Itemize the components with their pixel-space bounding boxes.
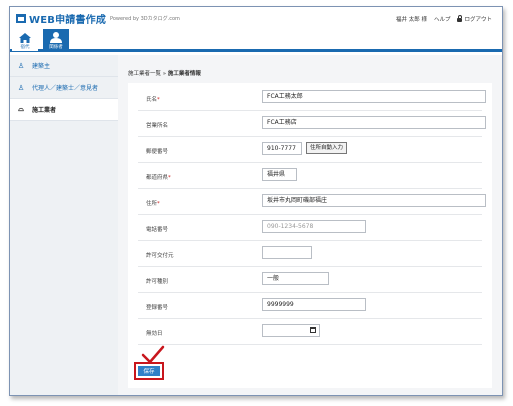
helmet-icon: ⌓ bbox=[18, 105, 24, 113]
permit-type-label: 許可種別 bbox=[146, 279, 169, 285]
help-link[interactable]: ヘルプ bbox=[434, 15, 451, 23]
checkmark-icon bbox=[141, 345, 165, 364]
parties-nav-button[interactable]: 関係者 bbox=[43, 29, 69, 51]
breadcrumb-parent[interactable]: 施工業者一覧 bbox=[128, 71, 161, 77]
sidebar-item-agent[interactable]: ♙ 代理人／建築士／意見者 bbox=[10, 77, 118, 99]
sidebar: ♙ 建築主 ♙ 代理人／建築士／意見者 ⌓ 施工業者 bbox=[10, 55, 118, 395]
form-row-postal: 郵便番号 910-7777 住所自動入力 bbox=[138, 137, 482, 163]
form-row-phone: 電話番号 090-1234-5678 bbox=[138, 215, 482, 241]
required-mark: * bbox=[157, 97, 160, 103]
people-icon: ♙ bbox=[17, 83, 25, 92]
registration-label: 登録番号 bbox=[146, 305, 169, 311]
name-label: 氏名* bbox=[146, 97, 160, 103]
sidebar-item-label: 代理人／建築士／意見者 bbox=[32, 85, 99, 92]
address-input[interactable]: 坂井市丸岡町磯部福庄 bbox=[262, 194, 486, 207]
calendar-icon[interactable] bbox=[310, 327, 316, 333]
form-row-prefecture: 都道府県* 福井県 bbox=[138, 163, 482, 189]
home-nav-button[interactable]: 宿代 bbox=[12, 29, 38, 51]
sidebar-item-label: 建築主 bbox=[32, 63, 51, 70]
book-icon bbox=[16, 14, 26, 23]
save-button[interactable]: 保存 bbox=[138, 366, 160, 376]
app-logo[interactable]: WEB申請書作成 bbox=[16, 11, 106, 26]
permit-issuer-label: 許可交付元 bbox=[146, 253, 174, 259]
form-row-company: 営業所名 FCA工務店 bbox=[138, 111, 486, 137]
company-input[interactable]: FCA工務店 bbox=[262, 116, 486, 129]
prefecture-label: 都道府県* bbox=[146, 175, 171, 181]
sidebar-item-owner[interactable]: ♙ 建築主 bbox=[10, 55, 118, 77]
expiry-date-input[interactable] bbox=[262, 324, 320, 337]
main-content: 施工業者一覧 » 施工業者情報 氏名* FCA工務太郎 営業所名 FCA工務店 … bbox=[118, 55, 502, 395]
postal-input[interactable]: 910-7777 bbox=[262, 142, 302, 155]
nav-bar: 宿代 関係者 bbox=[10, 29, 502, 52]
person-icon bbox=[50, 32, 62, 43]
top-bar: WEB申請書作成 Powered by 3Dカタログ.com 福井 太郎 様 ヘ… bbox=[10, 7, 502, 29]
registration-input[interactable]: 9999999 bbox=[262, 298, 366, 311]
powered-by: Powered by 3Dカタログ.com bbox=[110, 16, 180, 22]
permit-issuer-input[interactable] bbox=[262, 246, 312, 259]
sidebar-item-label: 施工業者 bbox=[32, 107, 57, 114]
lock-icon bbox=[457, 15, 463, 22]
home-icon bbox=[19, 33, 31, 43]
app-window: WEB申請書作成 Powered by 3Dカタログ.com 福井 太郎 様 ヘ… bbox=[9, 6, 503, 396]
prefecture-input[interactable]: 福井県 bbox=[262, 168, 297, 181]
logout-link[interactable]: ログアウト bbox=[457, 15, 492, 23]
name-input[interactable]: FCA工務太郎 bbox=[262, 90, 486, 103]
postal-label: 郵便番号 bbox=[146, 149, 169, 155]
home-nav-label: 宿代 bbox=[20, 45, 30, 50]
form-row-name: 氏名* FCA工務太郎 bbox=[138, 85, 486, 111]
logo-text: WEB申請書作成 bbox=[29, 15, 107, 26]
phone-label: 電話番号 bbox=[146, 227, 169, 233]
breadcrumb-separator: » bbox=[162, 71, 167, 77]
form-row-permit-type: 許可種別 一般 bbox=[138, 267, 482, 293]
form-row-registration: 登録番号 9999999 bbox=[138, 293, 482, 319]
form-row-expiry: 無効日 bbox=[138, 319, 482, 345]
person-icon: ♙ bbox=[17, 61, 25, 70]
user-menu: 福井 太郎 様 ヘルプ ログアウト bbox=[396, 15, 492, 23]
permit-type-input[interactable]: 一般 bbox=[262, 272, 329, 285]
breadcrumb-current: 施工業者情報 bbox=[167, 71, 201, 77]
expiry-label: 無効日 bbox=[146, 331, 163, 337]
logout-label: ログアウト bbox=[464, 17, 492, 23]
required-mark: * bbox=[168, 175, 171, 181]
phone-input[interactable]: 090-1234-5678 bbox=[262, 220, 366, 233]
sidebar-item-contractor[interactable]: ⌓ 施工業者 bbox=[10, 99, 118, 121]
contractor-form: 氏名* FCA工務太郎 営業所名 FCA工務店 郵便番号 910-7777 住所… bbox=[128, 83, 492, 388]
form-row-permit-issuer: 許可交付元 bbox=[138, 241, 482, 267]
address-label: 住所* bbox=[146, 201, 160, 207]
required-mark: * bbox=[157, 201, 160, 207]
company-label: 営業所名 bbox=[146, 123, 169, 129]
breadcrumb: 施工業者一覧 » 施工業者情報 bbox=[128, 69, 201, 77]
form-row-address: 住所* 坂井市丸岡町磯部福庄 bbox=[138, 189, 486, 215]
parties-nav-label: 関係者 bbox=[49, 45, 63, 50]
user-name: 福井 太郎 様 bbox=[395, 17, 427, 23]
address-autofill-button[interactable]: 住所自動入力 bbox=[306, 142, 348, 154]
